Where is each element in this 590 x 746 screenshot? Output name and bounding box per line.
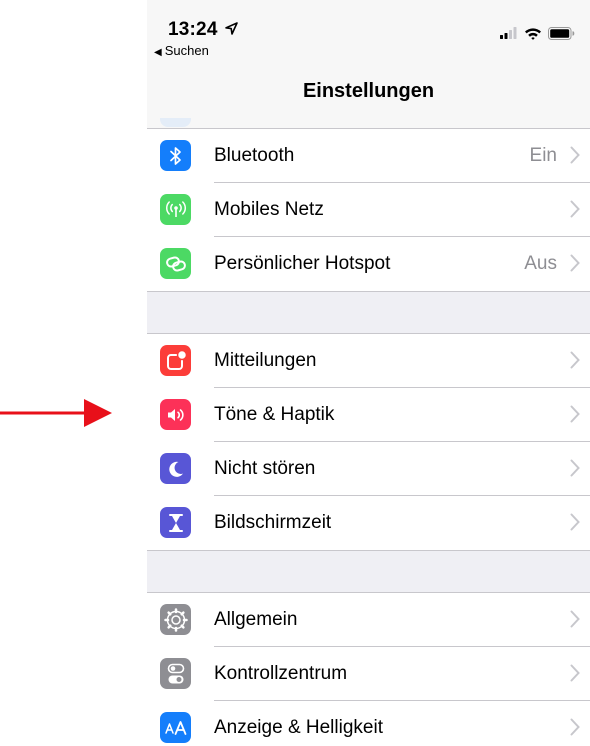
navigation-bar: Einstellungen [147,70,590,129]
row-label: Bluetooth [214,145,295,166]
chevron-right-icon [570,146,580,164]
row-label: Nicht stören [214,458,316,479]
settings-group-notifications: Mitteilungen Töne & Haptik Nicht stören … [147,333,590,551]
settings-row-control-center[interactable]: Kontrollzentrum [147,647,590,701]
text-size-icon [160,712,191,743]
chevron-right-icon [570,459,580,477]
hourglass-icon [160,507,191,538]
speaker-icon [160,399,191,430]
red-arrow-icon [0,399,112,427]
settings-row-screen-time[interactable]: Bildschirmzeit [147,496,590,550]
row-label: Töne & Haptik [214,404,335,425]
scrolled-wifi-icon-edge [160,118,191,127]
row-label: Allgemein [214,609,298,630]
back-label: Suchen [164,43,209,58]
chevron-right-icon [570,513,580,531]
chevron-right-icon [570,200,580,218]
chevron-right-icon [570,610,580,628]
status-bar: 13:24 ◀ Suchen [147,0,590,70]
hotspot-link-icon [160,248,191,279]
settings-row-sounds-haptics[interactable]: Töne & Haptik [147,388,590,442]
chevron-right-icon [570,664,580,682]
back-to-search-link[interactable]: ◀ Suchen [154,43,209,58]
back-triangle-icon: ◀ [154,47,162,58]
settings-row-general[interactable]: Allgemein [147,593,590,647]
gear-icon [160,604,191,635]
location-arrow-icon [225,22,238,35]
row-label: Bildschirmzeit [214,512,332,533]
settings-group-connectivity: Bluetooth Ein Mobiles Netz Persönlicher … [147,128,590,292]
settings-row-bluetooth[interactable]: Bluetooth Ein [147,129,590,183]
settings-row-do-not-disturb[interactable]: Nicht stören [147,442,590,496]
chevron-right-icon [570,254,580,272]
status-icons [500,25,575,41]
row-value: Ein [529,145,557,166]
settings-group-general: Allgemein Kontrollzentrum Anzeige & Hell… [147,592,590,746]
page-title: Einstellungen [302,80,435,102]
battery-icon [548,26,575,40]
chevron-right-icon [570,405,580,423]
toggles-icon [160,658,191,689]
moon-icon [160,453,191,484]
row-label: Anzeige & Helligkeit [214,717,383,738]
status-time: 13:24 [168,19,218,40]
chevron-right-icon [570,351,580,369]
settings-row-notifications[interactable]: Mitteilungen [147,334,590,388]
row-label: Mitteilungen [214,350,317,371]
settings-row-personal-hotspot[interactable]: Persönlicher Hotspot Aus [147,237,590,291]
settings-row-display-brightness[interactable]: Anzeige & Helligkeit [147,701,590,746]
row-label: Kontrollzentrum [214,663,348,684]
wifi-icon [525,27,541,40]
bluetooth-icon [160,140,191,171]
iphone-screen: 13:24 ◀ Suchen Einstellungen Bluetooth E… [147,0,590,746]
antenna-icon [160,194,191,225]
settings-row-mobile-network[interactable]: Mobiles Netz [147,183,590,237]
signal-icon [500,27,517,39]
row-label: Mobiles Netz [214,199,324,220]
chevron-right-icon [570,718,580,736]
row-label: Persönlicher Hotspot [214,253,391,274]
row-value: Aus [524,253,557,274]
notifications-icon [160,345,191,376]
